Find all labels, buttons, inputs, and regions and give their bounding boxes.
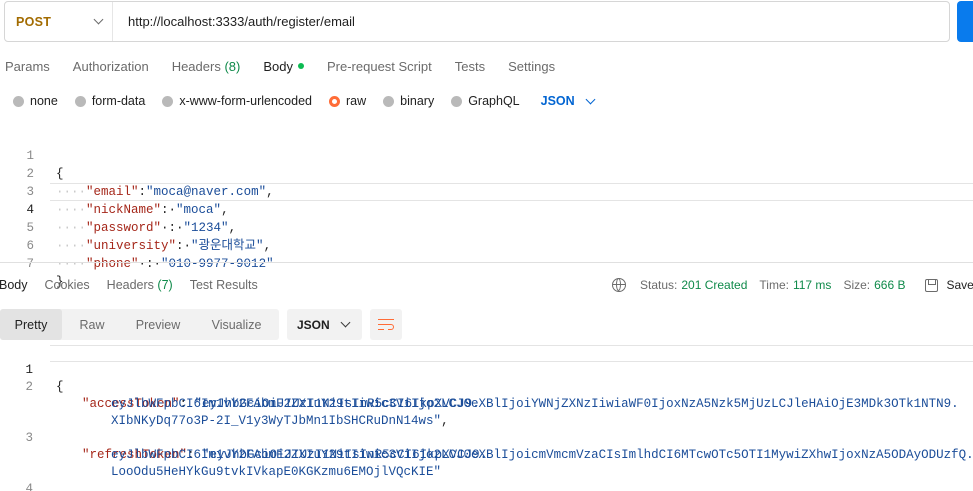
time-value[interactable]: 117 ms — [793, 278, 831, 292]
code-line: 2 "accessToken": "eyJhbGciOiJIUzI1NiIsIn… — [0, 362, 973, 411]
tab-authorization[interactable]: Authorization — [73, 59, 149, 74]
request-url-bar: POST — [4, 1, 950, 42]
response-body-viewer[interactable]: 1 { 2 "accessToken": "eyJhbGciOiJIUzI1Ni… — [0, 345, 973, 491]
radio-urlencoded-label: x-www-form-urlencoded — [179, 94, 312, 108]
view-visualize[interactable]: Visualize — [194, 309, 279, 340]
indent-guide: ···· — [56, 257, 87, 271]
tab-body[interactable]: Body — [263, 59, 304, 74]
response-format-label: JSON — [297, 317, 330, 332]
chevron-down-icon — [340, 317, 351, 328]
line-number: 4 — [25, 482, 33, 491]
chevron-down-icon — [585, 94, 596, 104]
response-status-bar: Status: 201 Created Time: 117 ms Size: 6… — [612, 276, 973, 294]
body-language-label: JSON — [540, 94, 575, 108]
wrap-lines-icon — [378, 318, 394, 331]
json-sep: ·:· — [138, 257, 162, 271]
method-selector[interactable]: POST — [5, 2, 113, 41]
radio-raw[interactable]: raw — [329, 94, 366, 108]
radio-form-data-label: form-data — [91, 94, 146, 108]
radio-off-icon — [383, 95, 395, 107]
tab-headers[interactable]: Headers (8) — [172, 59, 241, 74]
resp-headers-count: (7) — [157, 278, 173, 292]
code-line-current: 1 { — [0, 345, 973, 394]
code-text: ····"phone"·:·"010-9977-9012" — [56, 255, 274, 273]
time-label: Time: — [759, 278, 789, 292]
tab-pre-request-script[interactable]: Pre-request Script — [327, 59, 432, 74]
radio-off-icon — [162, 95, 174, 107]
tab-settings[interactable]: Settings — [508, 59, 555, 74]
code-line-wrapped: XIbNKyDq77o3P-2I_V1y3WyTJbMn1IbSHCRuDnN1… — [0, 396, 973, 428]
code-line: 7 } — [0, 237, 973, 289]
pane-divider[interactable] — [0, 262, 973, 263]
json-value: "010-9977-9012" — [161, 257, 274, 271]
save-response-button[interactable]: Save a — [946, 278, 973, 292]
save-icon[interactable] — [925, 278, 939, 292]
code-line: 6 ····"phone"·:·"010-9977-9012" — [0, 219, 973, 271]
code-line: 5 ····"university":·"광운대학교", — [0, 201, 973, 253]
resp-tab-body[interactable]: Body — [0, 278, 28, 292]
code-line-wrapped: LooOdu5HeHYkGu9tvkIVkapE0KGKzmu6EMOjlVQc… — [0, 447, 973, 479]
radio-off-icon — [74, 95, 86, 107]
headers-count: (8) — [224, 58, 241, 74]
view-preview[interactable]: Preview — [122, 309, 194, 340]
code-line: 4 } — [0, 464, 973, 491]
response-view-toggle: Pretty Raw Preview Visualize — [0, 309, 279, 340]
json-key: "phone" — [86, 257, 139, 271]
code-line: 3 ····"nickName":·"moca", — [0, 165, 973, 217]
wrap-lines-button[interactable] — [370, 309, 402, 340]
request-tabs: Params Authorization Headers (8) Body Pr… — [5, 56, 578, 76]
code-line-current: 4 ····"password"·:·"1234", — [0, 183, 973, 235]
view-pretty[interactable]: Pretty — [0, 309, 62, 340]
method-label: POST — [16, 14, 52, 29]
resp-tab-cookies[interactable]: Cookies — [45, 278, 90, 292]
radio-graphql[interactable]: GraphQL — [451, 94, 520, 108]
code-line: 1 { — [0, 129, 973, 181]
radio-none[interactable]: none — [13, 94, 58, 108]
code-line-wrapped: eyJlbWFpbCI6Im1vY2FAbmF2ZXIuY29tIiwic3Vi… — [0, 430, 973, 462]
resp-tab-headers-label: Headers — [106, 278, 154, 292]
body-type-selector: none form-data x-www-form-urlencoded raw… — [13, 92, 596, 110]
resp-tab-test-results[interactable]: Test Results — [190, 278, 258, 292]
radio-form-data[interactable]: form-data — [74, 94, 146, 108]
send-button[interactable] — [957, 1, 973, 42]
modified-dot-icon — [297, 62, 304, 69]
response-tabs: Body Cookies Headers (7) Test Results — [0, 276, 275, 294]
radio-graphql-label: GraphQL — [468, 94, 520, 108]
size-value[interactable]: 666 B — [874, 278, 905, 292]
radio-binary[interactable]: binary — [383, 94, 434, 108]
response-format-selector[interactable]: JSON — [287, 309, 362, 340]
radio-off-icon — [13, 95, 24, 107]
tab-tests[interactable]: Tests — [455, 59, 485, 74]
url-input[interactable] — [113, 2, 949, 41]
tab-headers-label: Headers — [171, 58, 221, 74]
radio-none-label: none — [30, 94, 58, 108]
code-line-wrapped: eyJlbWFpbCI6Im1vY2FAbmF2ZXIuY29tIiwic3Vi… — [0, 379, 973, 411]
status-value[interactable]: 201 Created — [681, 278, 747, 292]
chevron-down-icon — [93, 14, 104, 25]
size-label: Size: — [843, 278, 871, 292]
radio-off-icon — [451, 95, 463, 107]
view-raw[interactable]: Raw — [62, 309, 122, 340]
globe-icon[interactable] — [612, 278, 626, 292]
code-line: 3 "refreshToken": "eyJhbGciOiJIUzI1NiIsI… — [0, 413, 973, 462]
line-number: 7 — [26, 257, 34, 271]
radio-on-icon — [329, 95, 340, 107]
resp-tab-headers[interactable]: Headers (7) — [107, 278, 173, 292]
radio-raw-label: raw — [346, 94, 367, 108]
tab-body-label: Body — [263, 58, 293, 74]
body-language-selector[interactable]: JSON — [540, 94, 596, 108]
status-label: Status: — [640, 278, 678, 292]
radio-urlencoded[interactable]: x-www-form-urlencoded — [162, 94, 312, 108]
tab-params[interactable]: Params — [5, 59, 50, 74]
radio-binary-label: binary — [400, 94, 435, 108]
request-body-editor[interactable]: 1 { 2 ····"email":"moca@naver.com", 3 ··… — [0, 129, 973, 289]
code-line: 2 ····"email":"moca@naver.com", — [0, 147, 973, 199]
